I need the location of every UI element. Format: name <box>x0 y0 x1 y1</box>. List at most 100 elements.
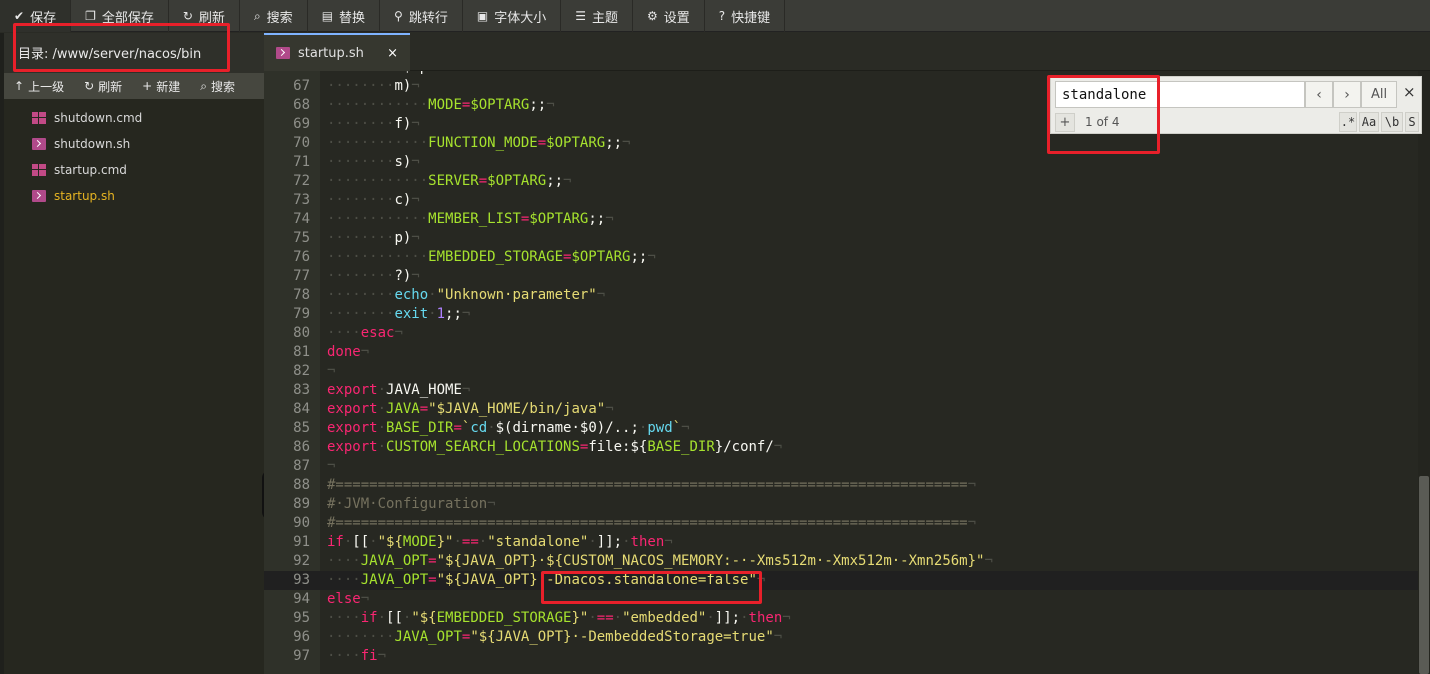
line-code: #=======================================… <box>327 476 976 495</box>
code-token: ¬ <box>461 382 471 398</box>
code-token: ¬ <box>984 553 993 569</box>
code-token: ;; <box>546 173 564 189</box>
toolbar-button-4[interactable]: ▤ 替换 <box>308 0 381 32</box>
file-item[interactable]: shutdown.cmd <box>4 105 264 131</box>
code-token: ···· <box>327 572 361 588</box>
code-token: ········ <box>327 268 395 284</box>
file-item[interactable]: startup.sh <box>4 183 264 209</box>
close-icon[interactable]: × <box>387 46 398 61</box>
code-line: 87 ¬ <box>264 457 1418 476</box>
whole-word-toggle[interactable]: \b <box>1381 112 1403 132</box>
code-token: 1 <box>436 306 446 322</box>
code-token: "$JAVA_HOME/bin/java" <box>428 401 606 417</box>
up-level-button[interactable]: ↑ 上一级 <box>4 73 74 99</box>
code-token: #=======================================… <box>327 477 968 493</box>
code-token: MEMBER_LIST <box>428 211 521 227</box>
code-token: ¬ <box>681 420 690 436</box>
toolbar-button-6[interactable]: ▣ 字体大小 <box>463 0 562 32</box>
code-token: $OPTARG <box>571 249 631 265</box>
code-token: ¬ <box>327 458 336 474</box>
line-code: ············EMBEDDED_STORAGE=$OPTARG;;¬ <box>327 248 656 267</box>
next-match-button[interactable]: › <box>1333 81 1361 108</box>
code-token: "${ <box>377 534 403 550</box>
line-number: 97 <box>293 648 310 664</box>
line-number: 89 <box>293 496 310 512</box>
file-name: shutdown.sh <box>54 137 131 151</box>
code-token: ···· <box>327 325 361 341</box>
editor-scrollbar[interactable] <box>1418 71 1430 674</box>
code-token: = <box>428 572 437 588</box>
search-button[interactable]: ⌕ 搜索 <box>190 73 245 99</box>
code-token: · <box>377 439 387 455</box>
close-search-button[interactable]: × <box>1403 83 1416 101</box>
scrollbar-thumb[interactable] <box>1419 476 1429 674</box>
toolbar-button-3[interactable]: ⌕ 搜索 <box>240 0 308 32</box>
line-number: 74 <box>293 211 310 227</box>
code-token: ¬ <box>462 71 470 75</box>
file-item[interactable]: shutdown.sh <box>4 131 264 157</box>
code-token: $(dirname·$0)/..; <box>495 420 639 436</box>
code-token: ············ <box>327 135 429 151</box>
line-code: ········p)¬ <box>327 229 420 248</box>
previous-match-button[interactable]: ‹ <box>1305 81 1333 108</box>
toolbar-button-7[interactable]: ☰ 主题 <box>561 0 633 32</box>
code-token: · <box>588 534 597 550</box>
code-line: 91 if·[[·"${MODE}"·==·"standalone"·]];·th… <box>264 533 1418 552</box>
code-token: ········ <box>327 306 395 322</box>
code-token: s) <box>394 154 412 170</box>
code-token: ¬ <box>377 648 387 664</box>
file-name: startup.cmd <box>54 163 127 177</box>
gear-icon: ⚙ <box>647 9 658 23</box>
toolbar-button-5[interactable]: ⚲ 跳转行 <box>380 0 463 32</box>
line-number: 94 <box>293 591 310 607</box>
code-token: echo <box>394 287 429 303</box>
code-token: ¬ <box>647 249 656 265</box>
code-line: 72 ············SERVER=$OPTARG;;¬ <box>264 172 1418 191</box>
code-token: · <box>622 534 631 550</box>
toolbar-button-8[interactable]: ⚙ 设置 <box>633 0 705 32</box>
code-token: · <box>369 534 378 550</box>
refresh-icon: ↻ <box>182 9 193 23</box>
line-code: ····esac¬ <box>327 324 403 343</box>
code-token: "${JAVA_OPT}·${CUSTOM_NACOS_MEMORY:-·-Xm… <box>436 553 985 569</box>
code-token: cd <box>470 420 488 436</box>
code-token: $OPTARG <box>529 211 589 227</box>
refresh-button[interactable]: ↻ 刷新 <box>74 73 132 99</box>
regex-toggle[interactable]: .* <box>1339 112 1357 132</box>
line-number: 72 <box>293 173 310 189</box>
code-token: ;; <box>630 249 648 265</box>
code-token: m) <box>394 78 412 94</box>
code-token: file:${ <box>588 439 648 455</box>
code-line: 90 #=====================================… <box>264 514 1418 533</box>
code-token: f) <box>394 116 412 132</box>
code-token: ········ <box>327 629 395 645</box>
code-editor[interactable]: 66····case·$opt·in¬67········m)¬68······… <box>264 71 1418 674</box>
toolbar-button-9[interactable]: ? 快捷键 <box>705 0 786 32</box>
code-line: 89 #·JVM·Configuration¬ <box>264 495 1418 514</box>
case-sensitive-toggle[interactable]: Aa <box>1359 112 1379 132</box>
new-file-button[interactable]: + 新建 <box>132 73 190 99</box>
code-token: MODE <box>402 534 437 550</box>
code-token: JAVA_OPT <box>394 629 462 645</box>
code-token: · <box>428 306 437 322</box>
code-token: $OPTARG <box>546 135 606 151</box>
file-item[interactable]: startup.cmd <box>4 157 264 183</box>
code-line: 71 ········s)¬ <box>264 153 1418 172</box>
tab-startup-sh[interactable]: startup.sh × <box>264 33 410 71</box>
search-selection-toggle[interactable]: S <box>1405 112 1419 132</box>
code-token: "${JAVA_OPT}·-DembeddedStorage=true" <box>470 629 774 645</box>
code-line: 92 ····JAVA_OPT="${JAVA_OPT}·${CUSTOM_NAC… <box>264 552 1418 571</box>
code-line: 74 ············MEMBER_LIST=$OPTARG;;¬ <box>264 210 1418 229</box>
sidebar-toolbar: ↑ 上一级 ↻ 刷新 + 新建 ⌕ 搜索 <box>4 73 264 99</box>
line-code: if·[[·"${MODE}"·==·"standalone"·]];·then… <box>327 533 673 552</box>
code-token: ¬ <box>487 496 496 512</box>
code-token: export <box>327 401 378 417</box>
find-all-button[interactable]: All <box>1361 81 1397 108</box>
line-number: 76 <box>293 249 310 265</box>
sidebar-button-label: 上一级 <box>28 79 65 94</box>
code-line: 75 ········p)¬ <box>264 229 1418 248</box>
code-token: JAVA_HOME <box>386 382 462 398</box>
code-token: ¬ <box>605 401 614 417</box>
code-line: 84 export·JAVA="$JAVA_HOME/bin/java"¬ <box>264 400 1418 419</box>
goto-line-icon: ⚲ <box>394 9 403 23</box>
